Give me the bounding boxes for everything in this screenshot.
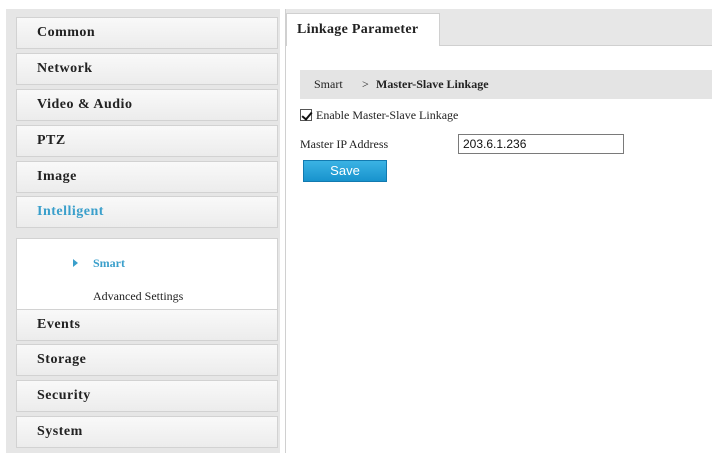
tab-bar: Linkage Parameter [286,9,712,46]
sidebar-item-common[interactable]: Common [16,17,278,49]
breadcrumb: Smart > Master-Slave Linkage [300,70,712,99]
breadcrumb-current: Master-Slave Linkage [376,77,489,91]
enable-linkage-label[interactable]: Enable Master-Slave Linkage [316,107,458,123]
tab-linkage-parameter[interactable]: Linkage Parameter [286,13,440,46]
sidebar-item-video-audio[interactable]: Video & Audio [16,89,278,121]
master-ip-input[interactable] [458,134,624,154]
caret-right-icon [73,259,78,267]
submenu-item-label: Advanced Settings [93,289,184,303]
sidebar-item-events[interactable]: Events [16,309,278,341]
breadcrumb-separator: > [362,77,369,91]
sidebar-item-system[interactable]: System [16,416,278,448]
breadcrumb-root: Smart [314,77,343,91]
enable-linkage-checkbox[interactable] [300,109,313,121]
sidebar-item-intelligent[interactable]: Intelligent [16,196,278,228]
sidebar-item-network[interactable]: Network [16,53,278,85]
main-panel: Linkage Parameter Smart > Master-Slave L… [285,9,712,453]
sidebar-item-image[interactable]: Image [16,161,278,193]
app-window: Common Network Video & Audio PTZ Image I… [0,0,712,453]
sidebar: Common Network Video & Audio PTZ Image I… [6,9,280,453]
sidebar-item-ptz[interactable]: PTZ [16,125,278,157]
save-button[interactable]: Save [303,160,387,182]
sidebar-item-security[interactable]: Security [16,380,278,412]
sidebar-item-storage[interactable]: Storage [16,344,278,376]
checkmark-icon [301,109,313,121]
intelligent-submenu: Smart Advanced Settings [16,238,278,312]
master-ip-label: Master IP Address [300,137,389,151]
submenu-item-smart[interactable]: Smart [17,252,277,274]
submenu-item-label: Smart [93,256,125,270]
submenu-item-advanced-settings[interactable]: Advanced Settings [17,285,277,307]
